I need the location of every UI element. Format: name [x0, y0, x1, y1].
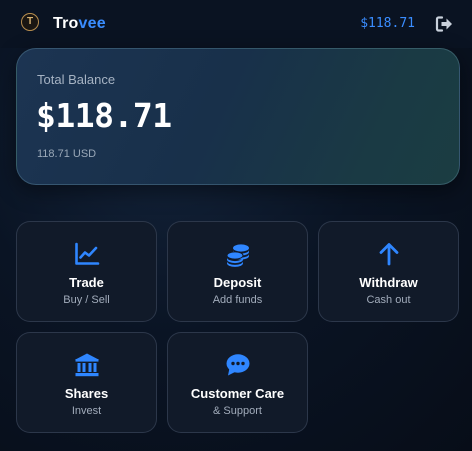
header-balance: $118.71 — [360, 16, 415, 31]
customer-care-subtitle: & Support — [213, 405, 262, 417]
balance-amount: $118.71 — [36, 96, 172, 135]
shares-title: Shares — [64, 386, 109, 401]
top-bar: T Trovee $118.71 — [0, 0, 472, 48]
deposit-title: Deposit — [213, 275, 262, 290]
total-balance-card: Total Balance $118.71 118.71 USD — [16, 48, 460, 185]
withdraw-title: Withdraw — [359, 275, 418, 290]
balance-currency: 118.71 USD — [37, 148, 97, 160]
deposit-button[interactable]: Deposit Add funds — [167, 221, 308, 322]
brand-name-part1: Tro — [53, 15, 79, 32]
shares-button[interactable]: Shares Invest — [16, 332, 157, 433]
shares-subtitle: Invest — [71, 405, 102, 417]
customer-care-title: Customer Care — [190, 386, 285, 401]
withdraw-subtitle: Cash out — [366, 294, 411, 306]
trade-button[interactable]: Trade Buy / Sell — [16, 221, 157, 322]
chart-line-icon — [74, 241, 100, 267]
chat-icon — [225, 352, 251, 378]
deposit-subtitle: Add funds — [212, 294, 263, 306]
brand-name-part2: vee — [78, 15, 106, 32]
customer-care-button[interactable]: Customer Care & Support — [167, 332, 308, 433]
balance-label: Total Balance — [37, 72, 116, 87]
withdraw-button[interactable]: Withdraw Cash out — [318, 221, 459, 322]
logout-button[interactable] — [433, 13, 455, 35]
logo-icon: T — [21, 13, 39, 31]
bank-icon — [74, 352, 100, 378]
logout-icon — [435, 16, 452, 32]
coins-icon — [225, 241, 251, 267]
arrow-up-icon — [376, 241, 402, 267]
brand-name: Trovee — [53, 14, 106, 34]
trade-title: Trade — [69, 275, 104, 290]
trade-subtitle: Buy / Sell — [63, 294, 110, 306]
